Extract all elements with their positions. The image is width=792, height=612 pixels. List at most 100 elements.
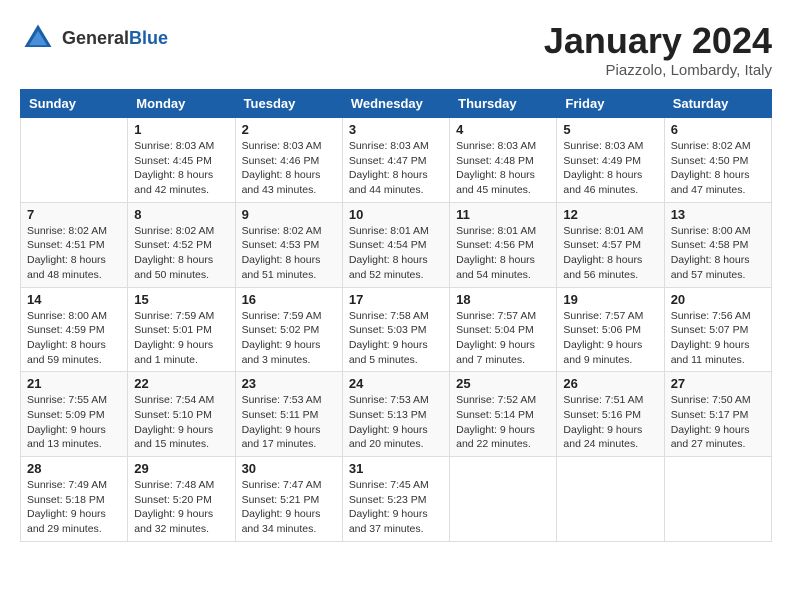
day-detail: Sunrise: 7:49 AM Sunset: 5:18 PM Dayligh…	[27, 478, 121, 537]
day-detail: Sunrise: 7:57 AM Sunset: 5:04 PM Dayligh…	[456, 309, 550, 368]
day-detail: Sunrise: 8:03 AM Sunset: 4:49 PM Dayligh…	[563, 139, 657, 198]
day-detail: Sunrise: 8:03 AM Sunset: 4:48 PM Dayligh…	[456, 139, 550, 198]
calendar-cell: 13Sunrise: 8:00 AM Sunset: 4:58 PM Dayli…	[664, 202, 771, 287]
calendar-week-row: 28Sunrise: 7:49 AM Sunset: 5:18 PM Dayli…	[21, 457, 772, 542]
day-number: 2	[242, 122, 336, 137]
day-detail: Sunrise: 7:52 AM Sunset: 5:14 PM Dayligh…	[456, 393, 550, 452]
day-number: 25	[456, 376, 550, 391]
calendar-week-row: 21 Sunrise: 7:55 AM Sunset: 5:09 PM Dayli…	[21, 372, 772, 457]
day-number: 13	[671, 207, 765, 222]
day-number: 4	[456, 122, 550, 137]
calendar-cell	[21, 118, 128, 203]
day-number: 23	[242, 376, 336, 391]
calendar-cell: 17 Sunrise: 7:58 AM Sunset: 5:03 PM Dayli…	[342, 287, 449, 372]
calendar-week-row: 7 Sunrise: 8:02 AM Sunset: 4:51 PM Daylig…	[21, 202, 772, 287]
day-number: 18	[456, 292, 550, 307]
day-number: 3	[349, 122, 443, 137]
day-detail: Sunrise: 7:54 AM Sunset: 5:10 PM Dayligh…	[134, 393, 228, 452]
calendar-header: SundayMondayTuesdayWednesdayThursdayFrid…	[21, 90, 772, 118]
day-detail: Sunrise: 8:03 AM Sunset: 4:45 PM Dayligh…	[134, 139, 228, 198]
day-number: 7	[27, 207, 121, 222]
day-detail: Sunrise: 7:56 AM Sunset: 5:07 PM Dayligh…	[671, 309, 765, 368]
day-number: 1	[134, 122, 228, 137]
day-detail: Sunrise: 8:01 AM Sunset: 4:57 PM Dayligh…	[563, 224, 657, 283]
day-detail: Sunrise: 8:01 AM Sunset: 4:56 PM Dayligh…	[456, 224, 550, 283]
day-detail: Sunrise: 8:02 AM Sunset: 4:51 PM Dayligh…	[27, 224, 121, 283]
calendar-cell: 14Sunrise: 8:00 AM Sunset: 4:59 PM Dayli…	[21, 287, 128, 372]
calendar-cell	[557, 457, 664, 542]
weekday-header-monday: Monday	[128, 90, 235, 118]
calendar-cell: 2Sunrise: 8:03 AM Sunset: 4:46 PM Daylig…	[235, 118, 342, 203]
calendar-cell: 25 Sunrise: 7:52 AM Sunset: 5:14 PM Dayli…	[450, 372, 557, 457]
day-detail: Sunrise: 8:03 AM Sunset: 4:47 PM Dayligh…	[349, 139, 443, 198]
calendar-week-row: 14Sunrise: 8:00 AM Sunset: 4:59 PM Dayli…	[21, 287, 772, 372]
day-number: 24	[349, 376, 443, 391]
day-number: 22	[134, 376, 228, 391]
day-number: 9	[242, 207, 336, 222]
day-detail: Sunrise: 7:55 AM Sunset: 5:09 PM Dayligh…	[27, 393, 121, 452]
logo-text: GeneralBlue	[62, 28, 168, 49]
day-number: 17	[349, 292, 443, 307]
calendar-cell: 26Sunrise: 7:51 AM Sunset: 5:16 PM Dayli…	[557, 372, 664, 457]
day-number: 12	[563, 207, 657, 222]
day-detail: Sunrise: 7:47 AM Sunset: 5:21 PM Dayligh…	[242, 478, 336, 537]
day-detail: Sunrise: 7:57 AM Sunset: 5:06 PM Dayligh…	[563, 309, 657, 368]
day-number: 19	[563, 292, 657, 307]
day-detail: Sunrise: 7:59 AM Sunset: 5:02 PM Dayligh…	[242, 309, 336, 368]
calendar-cell: 21 Sunrise: 7:55 AM Sunset: 5:09 PM Dayli…	[21, 372, 128, 457]
calendar-body: 1 Sunrise: 8:03 AM Sunset: 4:45 PM Daylig…	[21, 118, 772, 542]
day-number: 27	[671, 376, 765, 391]
weekday-header-friday: Friday	[557, 90, 664, 118]
calendar-cell: 9 Sunrise: 8:02 AM Sunset: 4:53 PM Daylig…	[235, 202, 342, 287]
day-number: 8	[134, 207, 228, 222]
calendar-cell: 7 Sunrise: 8:02 AM Sunset: 4:51 PM Daylig…	[21, 202, 128, 287]
calendar-cell: 27 Sunrise: 7:50 AM Sunset: 5:17 PM Dayli…	[664, 372, 771, 457]
calendar-cell: 12 Sunrise: 8:01 AM Sunset: 4:57 PM Dayli…	[557, 202, 664, 287]
calendar-cell: 10 Sunrise: 8:01 AM Sunset: 4:54 PM Dayli…	[342, 202, 449, 287]
day-detail: Sunrise: 7:59 AM Sunset: 5:01 PM Dayligh…	[134, 309, 228, 368]
calendar-cell: 15 Sunrise: 7:59 AM Sunset: 5:01 PM Dayli…	[128, 287, 235, 372]
logo-general: General	[62, 28, 129, 48]
weekday-header-thursday: Thursday	[450, 90, 557, 118]
day-number: 31	[349, 461, 443, 476]
logo-icon	[20, 20, 56, 56]
calendar-cell: 4 Sunrise: 8:03 AM Sunset: 4:48 PM Daylig…	[450, 118, 557, 203]
logo-blue: Blue	[129, 28, 168, 48]
calendar-cell: 19 Sunrise: 7:57 AM Sunset: 5:06 PM Dayli…	[557, 287, 664, 372]
day-detail: Sunrise: 7:51 AM Sunset: 5:16 PM Dayligh…	[563, 393, 657, 452]
location: Piazzolo, Lombardy, Italy	[544, 62, 772, 79]
day-detail: Sunrise: 8:00 AM Sunset: 4:59 PM Dayligh…	[27, 309, 121, 368]
calendar-cell: 20 Sunrise: 7:56 AM Sunset: 5:07 PM Dayli…	[664, 287, 771, 372]
weekday-header-tuesday: Tuesday	[235, 90, 342, 118]
day-detail: Sunrise: 8:02 AM Sunset: 4:52 PM Dayligh…	[134, 224, 228, 283]
day-detail: Sunrise: 7:50 AM Sunset: 5:17 PM Dayligh…	[671, 393, 765, 452]
day-detail: Sunrise: 7:48 AM Sunset: 5:20 PM Dayligh…	[134, 478, 228, 537]
calendar-cell: 31 Sunrise: 7:45 AM Sunset: 5:23 PM Dayli…	[342, 457, 449, 542]
day-detail: Sunrise: 8:02 AM Sunset: 4:50 PM Dayligh…	[671, 139, 765, 198]
calendar-cell: 6 Sunrise: 8:02 AM Sunset: 4:50 PM Daylig…	[664, 118, 771, 203]
day-number: 20	[671, 292, 765, 307]
day-number: 6	[671, 122, 765, 137]
calendar-cell: 23Sunrise: 7:53 AM Sunset: 5:11 PM Dayli…	[235, 372, 342, 457]
calendar-cell: 3 Sunrise: 8:03 AM Sunset: 4:47 PM Daylig…	[342, 118, 449, 203]
calendar-cell: 5 Sunrise: 8:03 AM Sunset: 4:49 PM Daylig…	[557, 118, 664, 203]
calendar-cell: 11 Sunrise: 8:01 AM Sunset: 4:56 PM Dayli…	[450, 202, 557, 287]
weekday-header-wednesday: Wednesday	[342, 90, 449, 118]
day-number: 5	[563, 122, 657, 137]
day-number: 11	[456, 207, 550, 222]
calendar-cell	[450, 457, 557, 542]
day-detail: Sunrise: 8:02 AM Sunset: 4:53 PM Dayligh…	[242, 224, 336, 283]
calendar-cell: 28Sunrise: 7:49 AM Sunset: 5:18 PM Dayli…	[21, 457, 128, 542]
day-number: 21	[27, 376, 121, 391]
day-number: 30	[242, 461, 336, 476]
day-number: 15	[134, 292, 228, 307]
day-number: 10	[349, 207, 443, 222]
day-detail: Sunrise: 7:58 AM Sunset: 5:03 PM Dayligh…	[349, 309, 443, 368]
calendar-cell: 16Sunrise: 7:59 AM Sunset: 5:02 PM Dayli…	[235, 287, 342, 372]
day-detail: Sunrise: 8:01 AM Sunset: 4:54 PM Dayligh…	[349, 224, 443, 283]
calendar-cell: 22 Sunrise: 7:54 AM Sunset: 5:10 PM Dayli…	[128, 372, 235, 457]
calendar-cell: 18 Sunrise: 7:57 AM Sunset: 5:04 PM Dayli…	[450, 287, 557, 372]
day-number: 29	[134, 461, 228, 476]
weekday-header-row: SundayMondayTuesdayWednesdayThursdayFrid…	[21, 90, 772, 118]
day-detail: Sunrise: 7:45 AM Sunset: 5:23 PM Dayligh…	[349, 478, 443, 537]
